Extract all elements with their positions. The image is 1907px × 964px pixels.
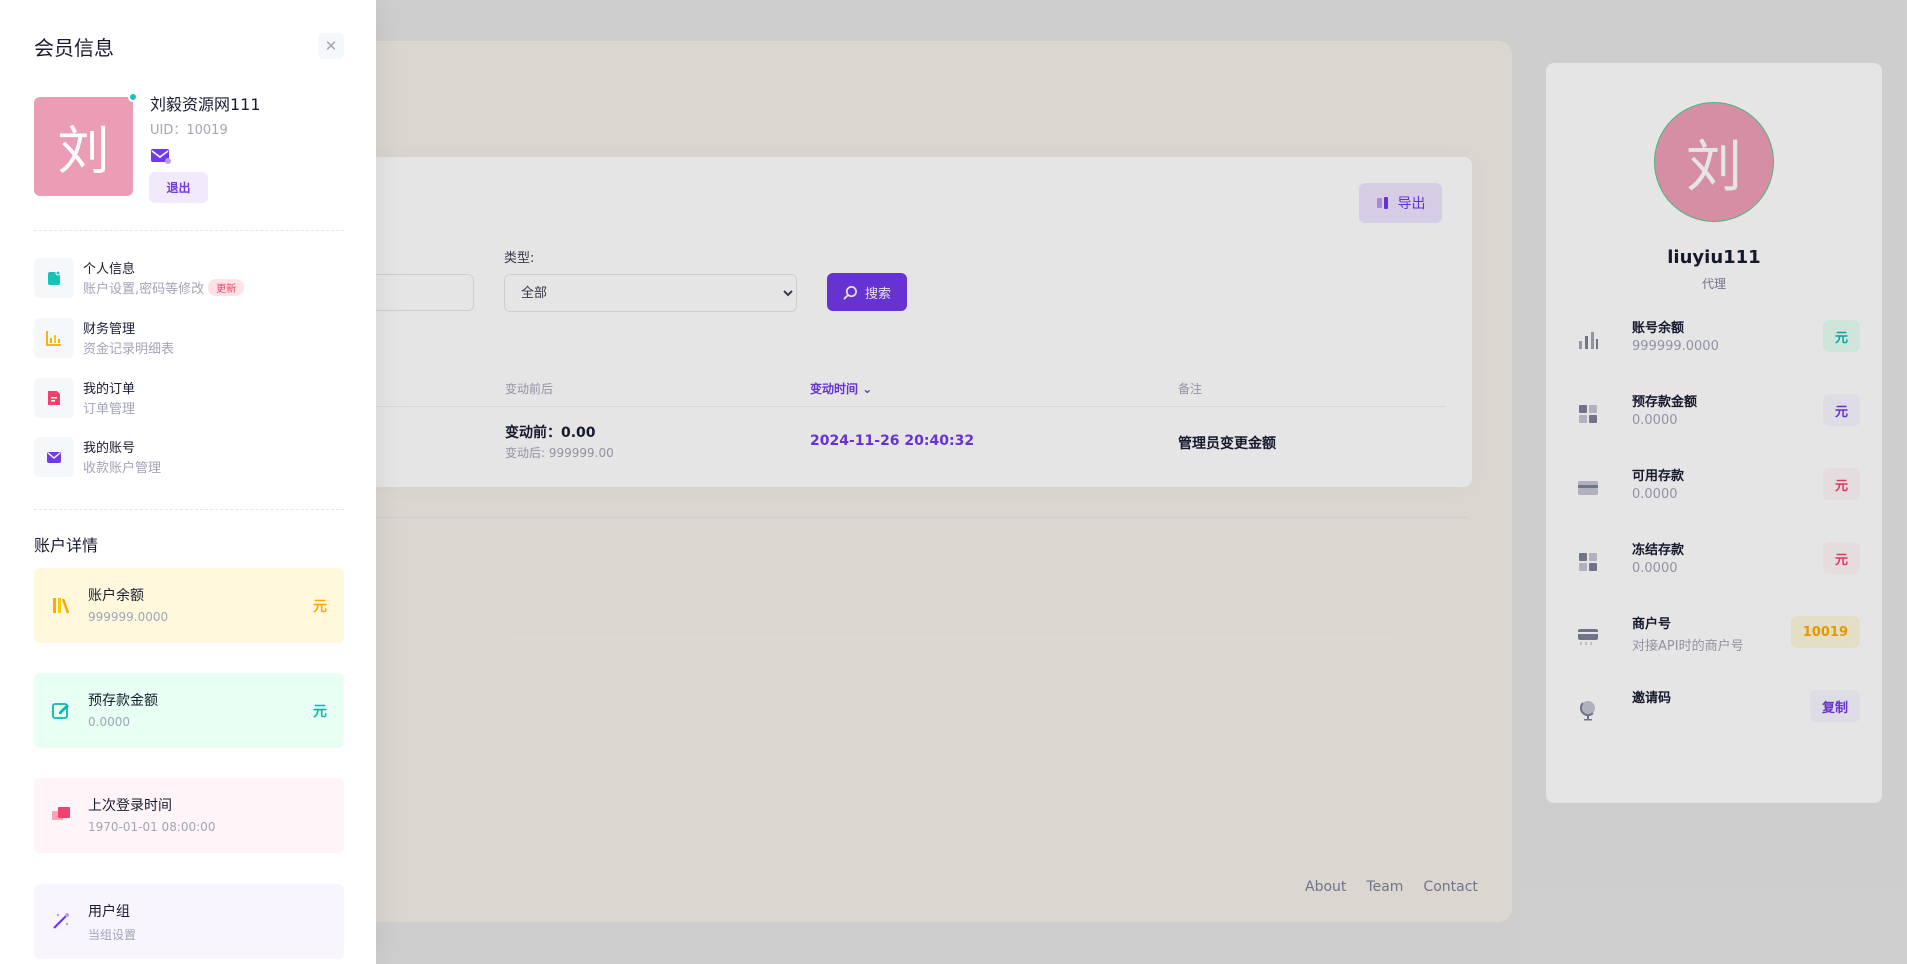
stat-value: 0.0000 <box>88 715 130 729</box>
menu-item-sub: 订单管理 <box>83 402 136 417</box>
avatar: 刘 <box>34 97 133 196</box>
drawer-title: 会员信息 <box>34 36 114 60</box>
stat-value: 1970-01-01 08:00:00 <box>88 820 216 834</box>
edit-icon <box>48 697 74 723</box>
chart-icon <box>34 318 74 358</box>
stat-title: 上次登录时间 <box>88 798 172 814</box>
menu-item-title: 财务管理 <box>83 322 136 337</box>
close-button[interactable]: ✕ <box>318 33 344 59</box>
menu-item-sub: 收款账户管理 <box>83 461 162 476</box>
account-details-title: 账户详情 <box>34 536 99 555</box>
stat-title: 预存款金额 <box>88 693 158 709</box>
menu-item-title: 我的订单 <box>83 382 136 397</box>
menu-item-sub: 资金记录明细表 <box>83 342 175 357</box>
order-icon <box>34 378 74 418</box>
stat-title: 账户余额 <box>88 588 144 604</box>
stat-unit: 元 <box>313 704 327 720</box>
books-icon <box>48 592 74 618</box>
stat-card-user-group: 用户组 当组设置 <box>34 884 344 959</box>
username: 刘毅资源网111 <box>150 95 261 114</box>
user-uid: UID：10019 <box>150 123 228 138</box>
chat-icon <box>48 802 74 828</box>
logout-button[interactable]: 退出 <box>149 172 208 203</box>
magic-icon <box>48 908 74 934</box>
stat-card-balance: 账户余额 999999.0000 元 <box>34 568 344 643</box>
menu-item-finance[interactable]: 财务管理 资金记录明细表 <box>34 316 334 360</box>
menu-item-title: 我的账号 <box>83 441 136 456</box>
menu-item-profile[interactable]: 个人信息 账户设置,密码等修改 更新 <box>34 256 334 300</box>
mail-icon[interactable] <box>151 148 171 164</box>
stat-value: 当组设置 <box>88 928 137 942</box>
close-icon: ✕ <box>324 37 338 55</box>
menu-item-title: 个人信息 <box>83 262 136 277</box>
menu-item-orders[interactable]: 我的订单 订单管理 <box>34 376 334 420</box>
divider <box>34 509 344 510</box>
menu-item-account[interactable]: 我的账号 收款账户管理 <box>34 435 334 479</box>
mail-icon <box>34 437 74 477</box>
update-badge: 更新 <box>208 279 245 296</box>
menu-item-sub: 账户设置,密码等修改 更新 <box>83 278 245 297</box>
divider <box>34 230 344 231</box>
stat-title: 用户组 <box>88 904 130 920</box>
online-status-dot <box>128 92 138 102</box>
menu-item-sub-text: 账户设置,密码等修改 <box>83 282 205 297</box>
stat-value: 999999.0000 <box>88 610 169 624</box>
profile-icon <box>34 258 74 298</box>
stat-unit: 元 <box>313 599 327 615</box>
stat-card-last-login: 上次登录时间 1970-01-01 08:00:00 <box>34 778 344 853</box>
member-info-drawer: 会员信息 ✕ 刘 刘毅资源网111 UID：10019 退出 个人信息 账户设置… <box>0 0 376 964</box>
stat-card-prepaid: 预存款金额 0.0000 元 <box>34 673 344 748</box>
